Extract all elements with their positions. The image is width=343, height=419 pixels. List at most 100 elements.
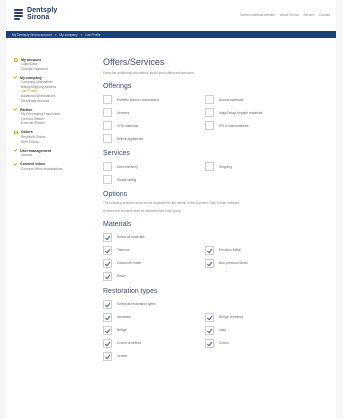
top-link-service[interactable]: Service (303, 13, 314, 17)
checkbox[interactable] (205, 95, 214, 104)
sidebar-group-title[interactable]: Partner (20, 108, 33, 112)
sidebar-group-title[interactable]: User management (20, 149, 51, 153)
option-label: Crown veneered (117, 341, 142, 346)
top-link-about[interactable]: About Sirona (280, 13, 298, 17)
option-crown-veneered[interactable]: Crown veneered (103, 338, 205, 348)
materials-options: Select all materials Titanium Precious M… (103, 232, 328, 281)
checkbox-checked[interactable] (103, 245, 112, 255)
checkbox-checked[interactable] (103, 338, 112, 348)
option-vita-materials[interactable]: VITA materials (103, 121, 205, 130)
checkbox-checked[interactable] (103, 351, 112, 361)
option-bridge[interactable]: Bridge (103, 325, 205, 335)
option-label: IPS e.max materials (219, 123, 249, 128)
option-non-precious-metal[interactable]: Non-precious Metal (205, 258, 307, 268)
breadcrumb-item: Lab Profile (85, 32, 101, 37)
option-crown[interactable]: Crown (205, 338, 307, 348)
top-links: Dental materials website About Sirona Se… (240, 13, 330, 17)
option-label: Crown (219, 341, 229, 346)
breadcrumb-separator: » (80, 32, 83, 37)
brand-line2: Sirona (27, 14, 50, 21)
option-precious-metal[interactable]: Precious Metal (205, 245, 307, 255)
brand-logo[interactable]: Dentsply Sirona (14, 7, 57, 21)
sidebar-item-deactivate-account[interactable]: Deactivate Account (14, 99, 94, 104)
restoration-options: Select all restoration types Abutment Br… (103, 299, 328, 361)
sidebar-group-title[interactable]: My company (20, 76, 42, 80)
checkbox-checked[interactable] (103, 271, 112, 281)
checkbox-checked[interactable] (205, 325, 214, 335)
checkbox[interactable] (205, 121, 214, 130)
checkbox-checked[interactable] (103, 232, 112, 242)
browser-frame: Dentsply Sirona Dental materials website… (0, 0, 343, 419)
checkbox-checked[interactable] (205, 245, 214, 255)
check-icon (13, 148, 18, 152)
checkbox-checked[interactable] (205, 338, 214, 348)
checkbox[interactable] (103, 95, 112, 104)
option-aurora-materials[interactable]: Aurora materials (205, 95, 307, 104)
sidebar-group-connect-inbox: Connect Inbox Connect Inbox Workstations (13, 161, 94, 172)
checkbox[interactable] (103, 175, 112, 184)
checkbox-checked[interactable] (205, 258, 214, 268)
option-veneers[interactable]: Veneers (103, 108, 205, 117)
sidebar: My account Login/Data Change Password My… (13, 57, 94, 175)
option-direct-delivery[interactable]: Direct delivery (103, 162, 205, 171)
checkbox[interactable] (205, 162, 214, 171)
breadcrumb-item[interactable]: My company (59, 33, 77, 37)
list-icon (14, 130, 18, 134)
sidebar-item-sent-orders[interactable]: Sent Orders (14, 140, 94, 145)
brand-mark-icon (14, 8, 24, 20)
sidebar-item-external-partner[interactable]: External Partner (14, 121, 94, 126)
option-shipping[interactable]: Shipping (205, 162, 307, 171)
sidebar-group-title[interactable]: Orders (21, 130, 33, 134)
top-link-contact[interactable]: Contact (319, 13, 330, 17)
option-label: Esthetic anterior restorations (117, 97, 159, 102)
checkbox[interactable] (103, 121, 112, 130)
check-icon (13, 75, 18, 79)
sidebar-group-title[interactable]: My account (21, 58, 41, 62)
breadcrumb-item[interactable]: My Dentsply Sirona account (12, 33, 52, 37)
sidebar-group-user-management: User management License (13, 148, 94, 158)
checkbox[interactable] (103, 162, 112, 171)
option-abutment[interactable]: Abutment (103, 312, 205, 322)
option-select-all-materials[interactable]: Select all materials (103, 232, 307, 242)
sidebar-item-connect-inbox-workstations[interactable]: Connect Inbox Workstations (14, 167, 94, 172)
option-label: VITA materials (117, 123, 139, 128)
main-content: Offers/Services Enter the additional inf… (103, 57, 328, 361)
checkbox-checked[interactable] (103, 258, 112, 268)
check-icon (13, 107, 18, 111)
option-zirconium-oxide[interactable]: Zirconium Oxide (103, 258, 205, 268)
option-bridge-veneered[interactable]: Bridge veneered (205, 312, 307, 322)
option-label: Zirconium Oxide (117, 261, 142, 266)
checkbox[interactable] (205, 108, 214, 117)
section-title-restoration-types: Restoration types (103, 287, 158, 295)
breadcrumb-separator: » (54, 32, 57, 37)
option-inlay-onlay-implant[interactable]: Inlay/Onlay/ Implant materials (205, 108, 307, 117)
option-shade-taking[interactable]: Shade taking (103, 175, 205, 184)
option-label: Precious Metal (219, 248, 241, 253)
sidebar-item-license[interactable]: License (14, 153, 94, 158)
option-label: Shipping (219, 164, 232, 169)
option-label: Direct delivery (117, 164, 138, 169)
checkbox-checked[interactable] (103, 299, 112, 309)
option-esthetic-anterior[interactable]: Esthetic anterior restorations (103, 95, 205, 104)
checkbox-checked[interactable] (103, 325, 112, 335)
check-icon (13, 161, 18, 166)
option-label: Veneers (117, 110, 130, 115)
option-label: Select all restoration types (117, 302, 156, 307)
option-ips-emax[interactable]: IPS e.max materials (205, 121, 307, 130)
top-link-dental-materials[interactable]: Dental materials website (240, 13, 275, 17)
option-online-appliances[interactable]: Online appliances (103, 134, 205, 143)
option-titanium[interactable]: Titanium (103, 245, 205, 255)
option-resin[interactable]: Resin (103, 271, 205, 281)
checkbox[interactable] (103, 134, 112, 143)
sidebar-item-change-password[interactable]: Change Password (14, 67, 94, 72)
option-label: Inlay/Onlay/ Implant materials (219, 110, 263, 115)
option-select-all-restorations[interactable]: Select all restoration types (103, 299, 307, 309)
option-veneer[interactable]: Veneer (103, 351, 205, 361)
checkbox[interactable] (103, 108, 112, 117)
checkbox-checked[interactable] (103, 312, 112, 322)
checkbox-checked[interactable] (205, 312, 214, 322)
sidebar-group-title[interactable]: Connect Inbox (20, 162, 45, 166)
option-label: Select all materials (117, 235, 145, 240)
option-label: Veneer (117, 354, 128, 359)
option-inlay[interactable]: Inlay (205, 325, 307, 335)
